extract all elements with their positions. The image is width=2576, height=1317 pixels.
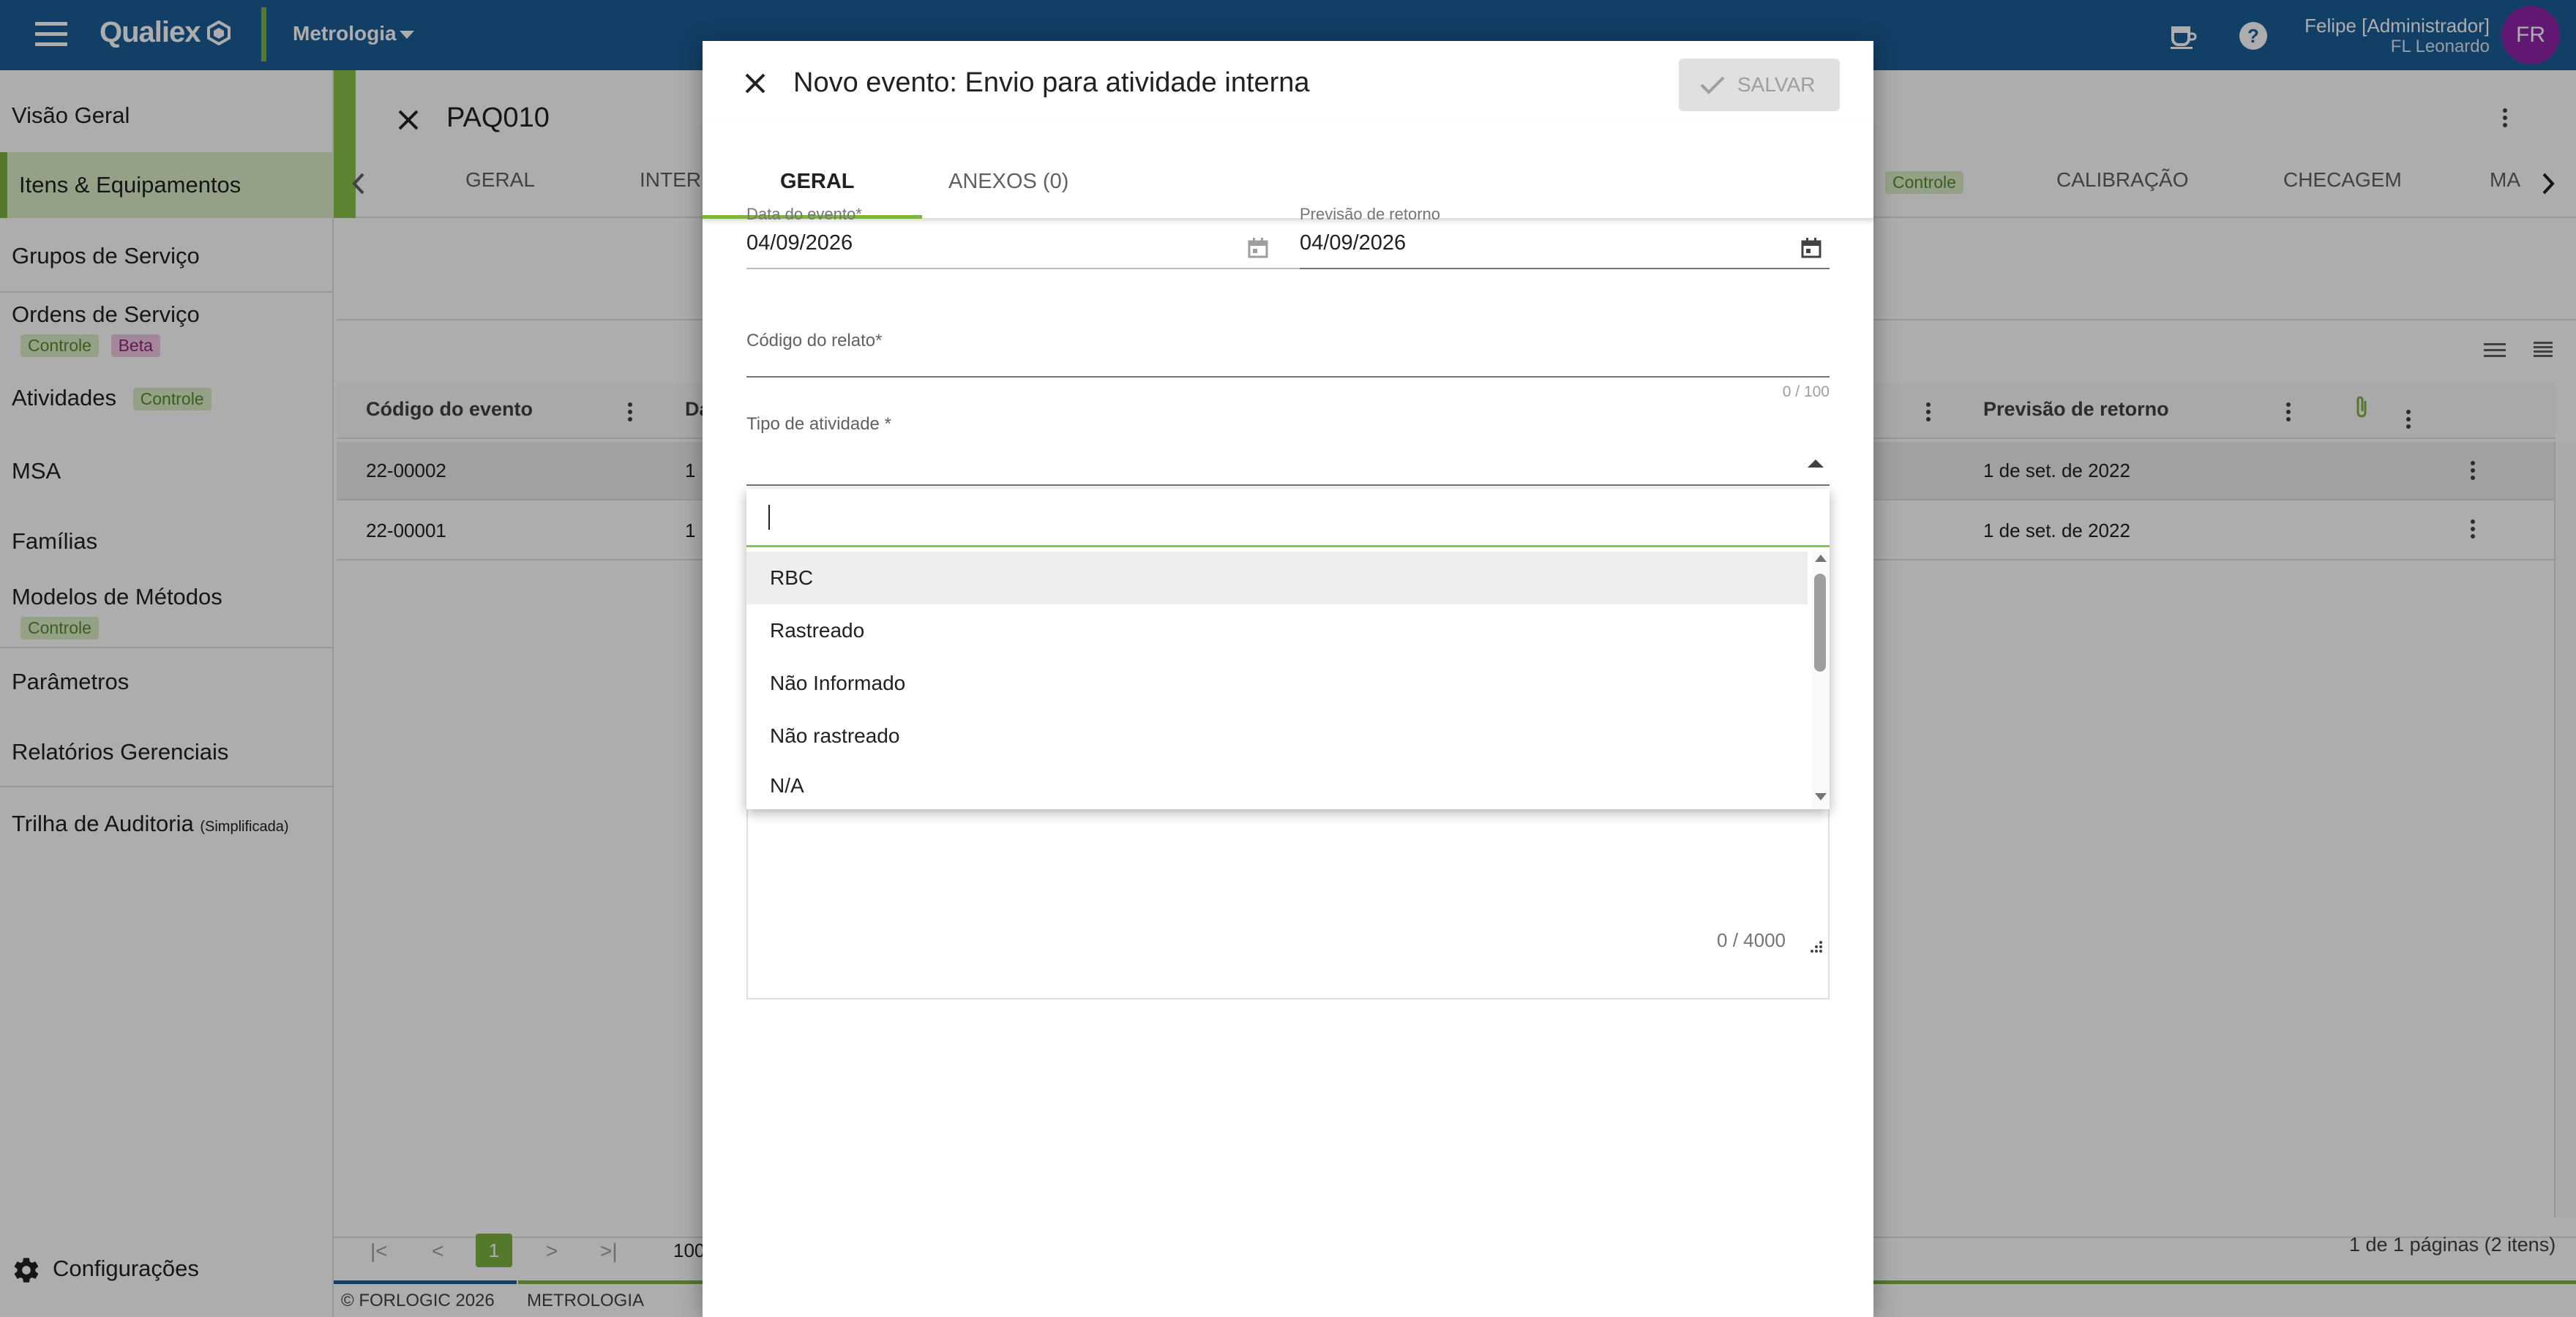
- dropdown-option-nao-informado[interactable]: Não Informado: [746, 657, 1808, 710]
- scroll-up-icon[interactable]: [1815, 555, 1827, 562]
- report-code-counter: 0 / 100: [1782, 383, 1830, 400]
- activity-type-dropdown: RBC Rastreado Não Informado Não rastread…: [746, 489, 1830, 809]
- report-code-label: Código do relato*: [746, 331, 883, 350]
- dropdown-option-nao-rastreado[interactable]: Não rastreado: [746, 710, 1808, 762]
- return-date-field[interactable]: 04/09/2026: [1300, 231, 1406, 255]
- activity-type-select[interactable]: [746, 436, 1830, 484]
- check-icon: [1700, 76, 1725, 94]
- calendar-icon[interactable]: [1247, 237, 1269, 259]
- event-date-underline: [746, 268, 1317, 269]
- dialog-title: Novo evento: Envio para atividade intern…: [793, 67, 1310, 98]
- tab-label: GERAL: [780, 170, 855, 193]
- dropdown-scroll-thumb[interactable]: [1814, 574, 1826, 672]
- event-date-label: Data do evento*: [746, 205, 862, 223]
- caret-up-icon[interactable]: [1808, 459, 1824, 468]
- report-code-underline: [746, 376, 1830, 378]
- return-date-underline: [1300, 268, 1830, 269]
- dropdown-option-na[interactable]: N/A: [746, 762, 1808, 809]
- description-textarea[interactable]: [746, 802, 1830, 999]
- save-button-label: SALVAR: [1737, 73, 1816, 96]
- return-date-label: Previsão de retorno: [1300, 205, 1440, 223]
- tab-geral[interactable]: GERAL: [703, 121, 922, 217]
- dropdown-option-rastreado[interactable]: Rastreado: [746, 604, 1808, 657]
- close-icon[interactable]: [742, 70, 768, 97]
- tab-anexos[interactable]: ANEXOS (0): [922, 121, 1142, 217]
- text-cursor: [768, 505, 770, 530]
- activity-type-label: Tipo de atividade *: [746, 414, 891, 434]
- report-code-input[interactable]: [746, 356, 1830, 392]
- save-button[interactable]: SALVAR: [1679, 59, 1840, 111]
- event-date-field[interactable]: 04/09/2026: [746, 231, 853, 255]
- dropdown-search-input[interactable]: [746, 489, 1830, 547]
- resize-handle-icon[interactable]: [1809, 939, 1824, 954]
- description-counter: 0 / 4000: [1717, 929, 1786, 951]
- scroll-down-icon[interactable]: [1815, 793, 1827, 800]
- activity-type-underline: [746, 484, 1830, 486]
- dropdown-option-rbc[interactable]: RBC: [746, 552, 1808, 604]
- tab-label: ANEXOS (0): [948, 170, 1069, 193]
- calendar-icon[interactable]: [1800, 237, 1822, 259]
